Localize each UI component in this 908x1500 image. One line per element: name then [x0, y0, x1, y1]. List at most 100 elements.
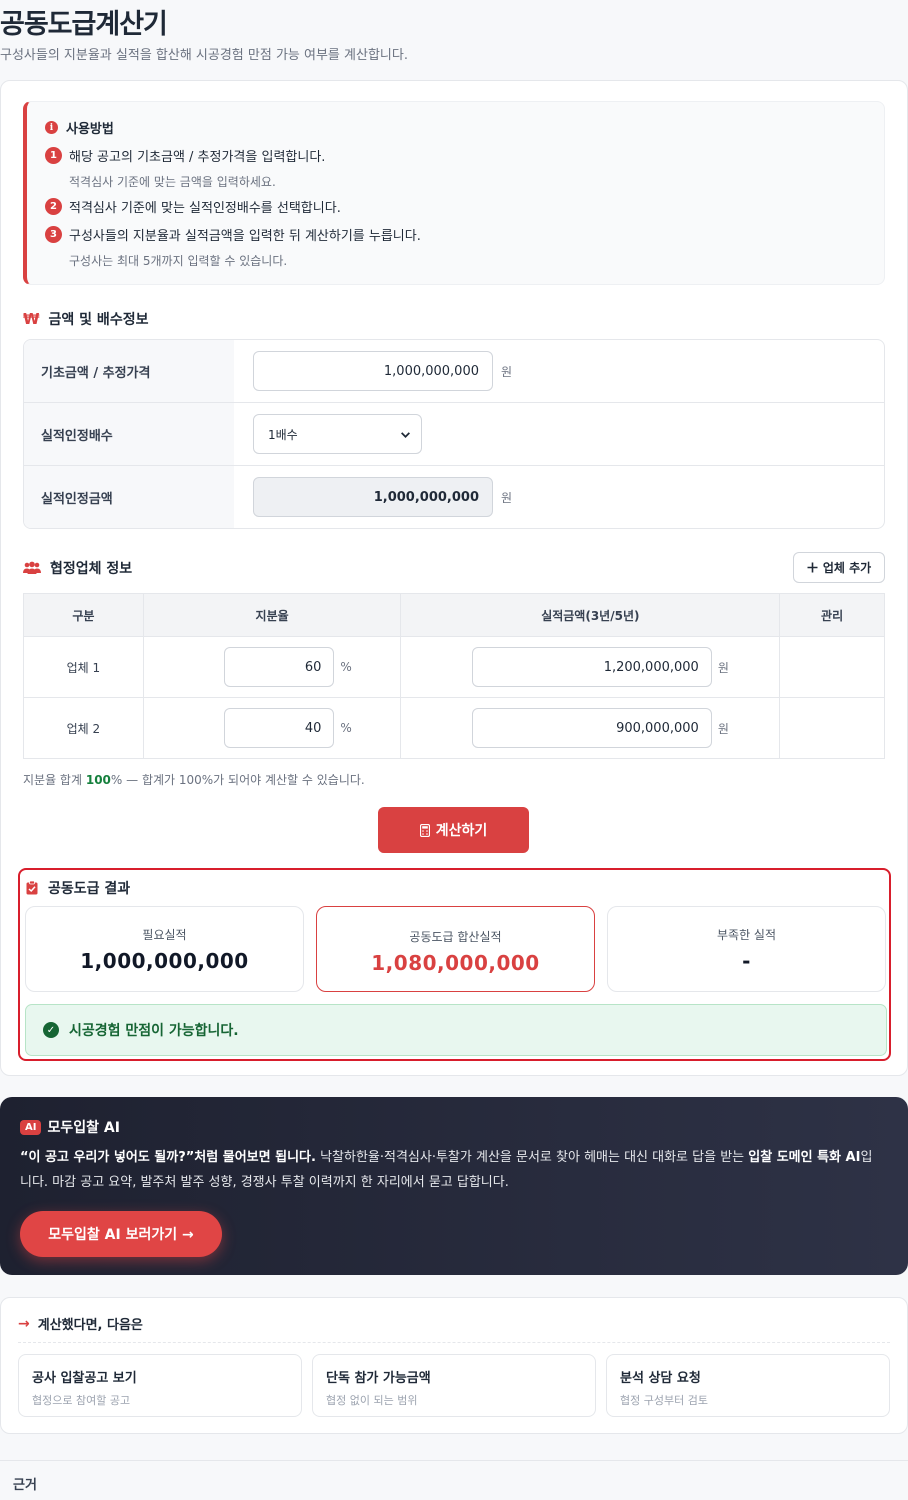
- won-icon: ₩: [23, 310, 40, 328]
- manage-cell: [779, 697, 885, 759]
- result-title-text: 공동도급 결과: [48, 881, 131, 897]
- unit-label: 원: [501, 491, 513, 505]
- result-label: 필요실적: [142, 928, 187, 942]
- table-row: 업체 1 60% 1,200,000,000 원: [23, 636, 885, 698]
- combined-performance-card: 공동도급 합산실적 1,080,000,000: [316, 906, 595, 992]
- calculator-icon: [419, 823, 430, 837]
- howto-step-sub: 구성사는 최대 5개까지 입력할 수 있습니다.: [69, 254, 288, 268]
- next-steps-title-text: 계산했다면, 다음은: [37, 1318, 143, 1333]
- recognized-amount-field: 1,000,000,000: [253, 477, 493, 517]
- chevron-down-icon: [401, 431, 410, 438]
- divider: [0, 1460, 908, 1461]
- sum-suffix: % — 합계가 100%가 되어야 계산할 수 있습니다.: [110, 773, 365, 787]
- next-steps-card: → 계산했다면, 다음은 공사 입찰공고 보기 협정으로 참여할 공고 단독 참…: [0, 1297, 908, 1434]
- performance-amount-input[interactable]: 900,000,000: [471, 708, 712, 748]
- amount-row-multiplier: 실적인정배수 1배수: [24, 403, 884, 466]
- ai-badge: AI: [20, 1119, 42, 1135]
- amount-cell: 900,000,000 원: [400, 697, 781, 759]
- amount-label: 실적인정금액: [24, 466, 234, 528]
- next-item-subtitle: 협정으로 참여할 공고: [32, 1394, 131, 1407]
- page-subtitle: 구성사들의 지분율과 실적을 합산해 시공경험 만점 가능 여부를 계산합니다.: [0, 48, 408, 63]
- base-amount-input[interactable]: 1,000,000,000: [253, 351, 493, 391]
- result-label: 부족한 실적: [716, 928, 776, 942]
- firm-section-title-text: 협정업체 정보: [50, 561, 133, 577]
- multiplier-select-value: 1배수: [268, 427, 298, 442]
- ai-promo-title: 모두입찰 AI: [47, 1120, 120, 1136]
- result-value: -: [742, 949, 751, 973]
- howto-step-sub: 적격심사 기준에 맞는 금액을 입력하세요.: [69, 175, 276, 189]
- next-item-title: 분석 상담 요청: [620, 1371, 701, 1386]
- result-label: 공동도급 합산실적: [409, 930, 502, 944]
- column-header: 관리: [779, 593, 885, 637]
- howto-step-text: 적격심사 기준에 맞는 실적인정배수를 선택합니다.: [69, 201, 341, 216]
- amount-row-base: 기초금액 / 추정가격 1,000,000,000 원: [24, 340, 884, 403]
- next-link-consultation[interactable]: 분석 상담 요청 협정 구성부터 검토: [606, 1354, 890, 1417]
- howto-step-text: 구성사들의 지분율과 실적금액을 입력한 뒤 계산하기를 누릅니다.: [69, 229, 421, 244]
- share-input[interactable]: 60: [224, 647, 335, 687]
- firm-section-title: 협정업체 정보: [23, 558, 132, 578]
- multiplier-select[interactable]: 1배수: [253, 414, 422, 454]
- ai-promo-body: 낙찰하한율·적격심사·투찰가 계산을 문서로 찾아 헤매는 대신 대화로 답을 …: [315, 1150, 749, 1165]
- ai-promo-card: AI 모두입찰 AI “이 공고 우리가 넣어도 될까?”처럼 물어보면 됩니다…: [0, 1097, 908, 1275]
- calculate-button-label: 계산하기: [435, 823, 488, 839]
- result-title: 공동도급 결과: [26, 878, 130, 898]
- firm-name: 업체 1: [23, 636, 144, 698]
- howto-title: i 사용방법: [45, 118, 114, 137]
- howto-step-text: 해당 공고의 기초금액 / 추정가격을 입력합니다.: [69, 150, 326, 165]
- step-number-2: 2: [45, 198, 62, 215]
- status-banner: ✓ 시공경험 만점이 가능합니다.: [25, 1004, 887, 1056]
- amount-label: 기초금액 / 추정가격: [24, 340, 234, 402]
- ai-promo-highlight: 입찰 도메인 특화 AI: [748, 1150, 861, 1165]
- amount-section-title: ₩ 금액 및 배수정보: [23, 309, 148, 329]
- share-unit: %: [340, 660, 352, 674]
- howto-title-text: 사용방법: [66, 122, 114, 137]
- share-input[interactable]: 40: [224, 708, 335, 748]
- sum-prefix: 지분율 합계: [23, 773, 86, 787]
- howto-step-1: 1 해당 공고의 기초금액 / 추정가격을 입력합니다.: [45, 146, 325, 165]
- amount-unit: 원: [717, 721, 729, 736]
- next-link-solo-amount[interactable]: 단독 참가 가능금액 협정 없이 되는 범위: [312, 1354, 596, 1417]
- info-icon: i: [45, 121, 58, 134]
- page-title: 공동도급계산기: [0, 9, 168, 40]
- add-firm-button-label: 업체 추가: [822, 561, 872, 575]
- next-item-title: 단독 참가 가능금액: [326, 1371, 431, 1386]
- manage-cell: [779, 636, 885, 698]
- next-steps-title: → 계산했다면, 다음은: [18, 1314, 143, 1334]
- share-sum-note: 지분율 합계 100% — 합계가 100%가 되어야 계산할 수 있습니다.: [23, 771, 365, 788]
- add-firm-button[interactable]: 업체 추가: [793, 552, 885, 583]
- step-number-1: 1: [45, 147, 62, 164]
- calculate-button[interactable]: 계산하기: [378, 807, 529, 853]
- table-row: 업체 2 40% 900,000,000 원: [23, 697, 885, 759]
- howto-step-2: 2 적격심사 기준에 맞는 실적인정배수를 선택합니다.: [45, 197, 341, 216]
- amount-unit: 원: [717, 660, 729, 675]
- next-item-subtitle: 협정 없이 되는 범위: [326, 1394, 418, 1407]
- next-item-subtitle: 협정 구성부터 검토: [620, 1394, 708, 1407]
- users-icon: [23, 561, 41, 574]
- result-value: 1,080,000,000: [371, 951, 540, 975]
- column-header: 지분율: [142, 593, 402, 637]
- status-text: 시공경험 만점이 가능합니다.: [69, 1023, 239, 1039]
- performance-amount-input[interactable]: 1,200,000,000: [471, 647, 712, 687]
- howto-panel: i 사용방법 1 해당 공고의 기초금액 / 추정가격을 입력합니다. 적격심사…: [23, 101, 885, 285]
- amount-section-title-text: 금액 및 배수정보: [48, 312, 149, 328]
- share-unit: %: [340, 721, 352, 735]
- unit-label: 원: [501, 364, 513, 379]
- share-cell: 40%: [142, 697, 402, 759]
- divider: [18, 1342, 890, 1343]
- plus-icon: [807, 562, 818, 573]
- ai-promo-header: AI 모두입찰 AI: [20, 1117, 120, 1137]
- basis-title: 근거: [13, 1478, 37, 1493]
- arrow-right-icon: →: [18, 1315, 30, 1332]
- column-header: 구분: [23, 593, 144, 637]
- firm-table: 구분 지분율 실적금액(3년/5년) 관리 업체 1 60% 1,200,000…: [23, 593, 885, 759]
- amount-table: 기초금액 / 추정가격 1,000,000,000 원 실적인정배수 1배수 실…: [23, 339, 885, 529]
- firm-name: 업체 2: [23, 697, 144, 759]
- ai-cta-button[interactable]: 모두입찰 AI 보러가기 →: [20, 1211, 222, 1257]
- result-value: 1,000,000,000: [80, 949, 249, 973]
- howto-step-3: 3 구성사들의 지분율과 실적금액을 입력한 뒤 계산하기를 누릅니다.: [45, 225, 421, 244]
- column-header: 실적금액(3년/5년): [400, 593, 781, 637]
- result-panel: 공동도급 결과 필요실적 1,000,000,000 공동도급 합산실적 1,0…: [18, 868, 891, 1061]
- check-circle-icon: ✓: [43, 1022, 59, 1038]
- required-performance-card: 필요실적 1,000,000,000: [25, 906, 304, 992]
- next-link-bid-notices[interactable]: 공사 입찰공고 보기 협정으로 참여할 공고: [18, 1354, 302, 1417]
